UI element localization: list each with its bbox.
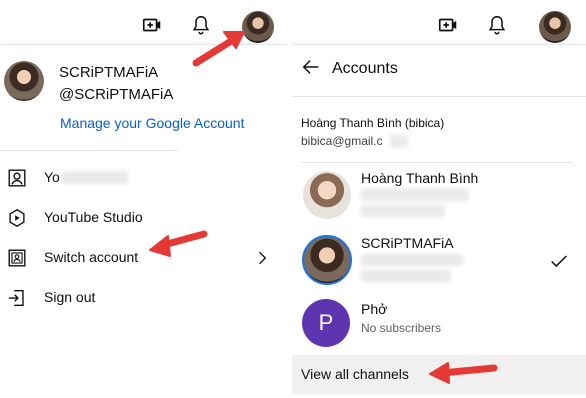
account-avatar-button[interactable] <box>242 11 274 43</box>
channel-item-scriptmafia[interactable]: SCRiPTMAFiA <box>292 227 586 293</box>
notifications-bell-icon[interactable] <box>486 14 508 36</box>
menu-item-sign-out[interactable]: Sign out <box>0 278 288 318</box>
view-all-channels-button[interactable]: View all channels <box>292 355 586 395</box>
redacted-text <box>361 189 469 201</box>
account-avatar-button[interactable] <box>539 11 571 43</box>
account-handle: @SCRiPTMAFiA <box>59 86 174 103</box>
channel-name: SCRiPTMAFiA <box>361 235 454 251</box>
redacted-text <box>361 270 451 282</box>
menu-item-label: Yo <box>44 169 60 185</box>
create-video-icon[interactable] <box>141 14 163 36</box>
redacted-text <box>361 254 463 266</box>
redacted-text <box>361 205 445 217</box>
google-account-email: bibica@gmail.c <box>301 134 383 148</box>
switch-account-icon <box>6 247 28 269</box>
menu-item-label: Sign out <box>44 289 96 305</box>
menu-item-your-channel[interactable]: Yo <box>0 158 288 198</box>
channel-item-hoang-thanh-binh[interactable]: Hoàng Thanh Bình <box>292 162 586 228</box>
accounts-title: Accounts <box>332 60 398 77</box>
account-name: SCRiPTMAFiA <box>59 64 159 81</box>
top-bar <box>292 0 586 44</box>
checkmark-icon <box>548 250 570 272</box>
create-video-icon[interactable] <box>437 14 459 36</box>
avatar <box>4 61 44 101</box>
chevron-right-icon <box>252 248 272 268</box>
header-divider <box>292 96 586 97</box>
menu-item-label: YouTube Studio <box>44 209 143 225</box>
channel-name: Phở <box>361 301 388 317</box>
redacted-text <box>62 171 128 184</box>
channel-item-pho[interactable]: P Phở No subscribers <box>292 293 586 359</box>
menu-item-youtube-studio[interactable]: YouTube Studio <box>0 198 288 238</box>
youtube-studio-icon <box>6 207 28 229</box>
avatar <box>303 171 351 219</box>
back-arrow-icon[interactable] <box>300 56 322 78</box>
notifications-bell-icon[interactable] <box>190 14 212 36</box>
channel-name: Hoàng Thanh Bình <box>361 170 479 186</box>
channel-subscribers: No subscribers <box>361 321 442 335</box>
avatar: P <box>302 299 350 347</box>
manage-google-account-link[interactable]: Manage your Google Account <box>60 115 244 131</box>
menu-item-switch-account[interactable]: Switch account <box>0 238 288 278</box>
person-icon <box>6 167 28 189</box>
account-menu-panel: SCRiPTMAFiA @SCRiPTMAFiA Manage your Goo… <box>0 0 288 398</box>
menu-divider <box>0 150 178 151</box>
google-account-name: Hoàng Thanh Bình (bibica) <box>301 116 445 130</box>
avatar <box>302 235 352 285</box>
menu-item-label: Switch account <box>44 249 139 265</box>
top-bar <box>0 0 288 44</box>
redacted-text <box>390 135 408 147</box>
view-all-channels-label: View all channels <box>301 366 409 382</box>
accounts-panel: Accounts Hoàng Thanh Bình (bibica) bibic… <box>292 0 586 398</box>
sign-out-icon <box>6 287 28 309</box>
